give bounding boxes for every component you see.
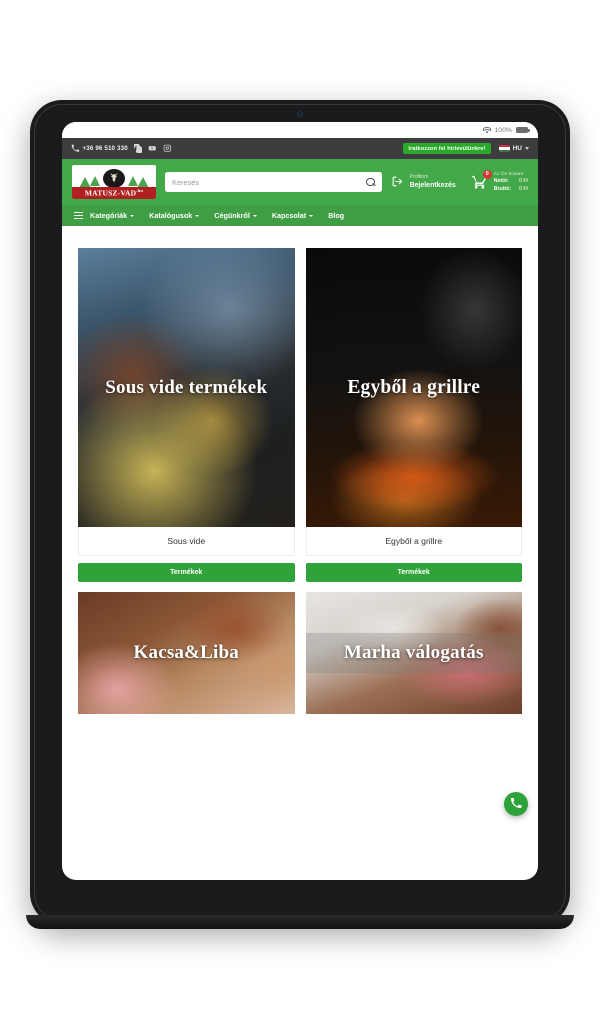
phone-link[interactable]: +36 96 510 330 — [71, 144, 128, 153]
wifi-icon — [482, 126, 491, 134]
facebook-icon[interactable] — [133, 144, 143, 153]
nav-item-kategoriak[interactable]: Kategóriák — [90, 211, 135, 220]
instagram-icon[interactable] — [163, 144, 172, 153]
category-cards-grid: Sous vide termékek Sous vide Termékek Eg… — [78, 248, 522, 714]
card-products-button[interactable]: Termékek — [305, 563, 522, 582]
chevron-down-icon — [195, 214, 200, 217]
site-header: MATUSZ-VAD.hu Profilom Bejelentkezés 0 — [62, 159, 538, 205]
phone-icon — [510, 797, 522, 812]
tablet-bottom-edge — [26, 915, 574, 929]
page-content: Sous vide termékek Sous vide Termékek Eg… — [62, 226, 538, 714]
login-text-group: Profilom Bejelentkezés — [409, 174, 455, 190]
category-card-duck-goose[interactable]: Kacsa&Liba — [78, 592, 295, 714]
card-products-button[interactable]: Termékek — [78, 563, 295, 582]
site-top-bar: +36 96 510 330 Iratkozzon fel hírlevülün… — [62, 138, 538, 159]
phone-number: +36 96 510 330 — [82, 145, 128, 152]
main-navigation: Kategóriák Katalógusok Cégünkről Kapcsol… — [62, 205, 538, 226]
cart-net-value: 0 Ft — [519, 178, 528, 185]
hamburger-icon[interactable] — [74, 212, 83, 219]
card-image-duck-goose: Kacsa&Liba — [78, 592, 295, 714]
nav-item-blog[interactable]: Blog — [328, 211, 344, 220]
top-bar-right-group: Iratkozzon fel hírlevülünkre! HU — [403, 143, 529, 154]
battery-percent-label: 100% — [494, 126, 512, 134]
deer-head-icon — [103, 169, 125, 188]
chevron-down-icon — [252, 214, 257, 217]
search-bar[interactable] — [165, 172, 383, 192]
os-status-bar: 100% — [62, 122, 538, 138]
cart-icon[interactable]: 0 — [470, 169, 492, 190]
cart-net-row: Nettó: 0 Ft — [494, 178, 528, 186]
nav-label: Blog — [328, 211, 345, 220]
cart-gross-value: 0 Ft — [519, 185, 528, 192]
call-fab[interactable] — [504, 792, 528, 816]
logo-wordmark: MATUSZ-VAD.hu — [72, 187, 156, 199]
category-card-beef[interactable]: Marha válogatás — [305, 592, 522, 714]
login-icon — [391, 175, 404, 188]
cart-gross-label: Bruttó: — [493, 185, 512, 192]
search-icon[interactable] — [366, 177, 375, 187]
card-overlay-title: Marha válogatás — [343, 642, 484, 663]
header-right-group: Profilom Bejelentkezés 0 Az Ön kosara Ne… — [391, 169, 528, 193]
nav-item-kapcsolat[interactable]: Kapcsolat — [271, 211, 314, 220]
cart-title: Az Ön kosara — [493, 171, 524, 177]
newsletter-subscribe-badge[interactable]: Iratkozzon fel hírlevülünkre! — [403, 143, 491, 154]
card-image-grill: Egyből a grillre — [305, 248, 522, 527]
tablet-screen: 100% +36 96 510 330 Iratkozzon fel hírle… — [62, 122, 538, 880]
language-selector[interactable]: HU — [498, 145, 529, 152]
search-input[interactable] — [172, 177, 367, 187]
battery-icon — [516, 127, 530, 133]
cart-summary: Az Ön kosara Nettó: 0 Ft Bruttó: 0 Ft — [494, 171, 528, 193]
login-button[interactable]: Profilom Bejelentkezés — [391, 174, 456, 190]
nav-label: Kapcsolat — [271, 211, 307, 220]
youtube-icon[interactable] — [148, 144, 157, 153]
phone-icon — [71, 144, 80, 153]
nav-item-cegunkrol[interactable]: Cégünkről — [214, 211, 257, 220]
chevron-down-icon — [309, 214, 314, 217]
site-logo[interactable]: MATUSZ-VAD.hu — [72, 165, 156, 199]
chevron-down-icon — [525, 147, 529, 150]
card-image-beef: Marha válogatás — [305, 592, 522, 714]
cart-count-badge: 0 — [482, 169, 492, 179]
card-overlay-title: Sous vide termékek — [105, 376, 268, 398]
card-label: Egyből a grillre — [305, 527, 522, 556]
card-label: Sous vide — [78, 527, 295, 556]
login-label: Bejelentkezés — [409, 181, 456, 189]
hungary-flag-icon — [498, 145, 510, 152]
chevron-down-icon — [130, 214, 135, 217]
nav-label: Katalógusok — [149, 211, 193, 220]
nav-item-katalogusok[interactable]: Katalógusok — [149, 211, 200, 220]
nav-label: Cégünkről — [214, 211, 250, 220]
tablet-front-camera — [297, 111, 303, 117]
language-code-label: HU — [512, 145, 522, 152]
cart-widget[interactable]: 0 Az Ön kosara Nettó: 0 Ft Bruttó: 0 Ft — [470, 169, 528, 193]
card-overlay-title: Kacsa&Liba — [133, 642, 239, 663]
nav-label: Kategóriák — [90, 211, 128, 220]
top-bar-left-group: +36 96 510 330 — [71, 144, 171, 153]
card-overlay-title: Egyből a grillre — [347, 376, 481, 398]
cart-net-label: Nettó: — [493, 178, 509, 185]
category-card-grill[interactable]: Egyből a grillre Egyből a grillre Termék… — [305, 248, 522, 582]
cart-gross-row: Bruttó: 0 Ft — [494, 186, 528, 194]
category-card-sous-vide[interactable]: Sous vide termékek Sous vide Termékek — [78, 248, 295, 582]
login-eyebrow: Profilom — [409, 173, 429, 180]
card-image-sous-vide: Sous vide termékek — [78, 248, 295, 527]
